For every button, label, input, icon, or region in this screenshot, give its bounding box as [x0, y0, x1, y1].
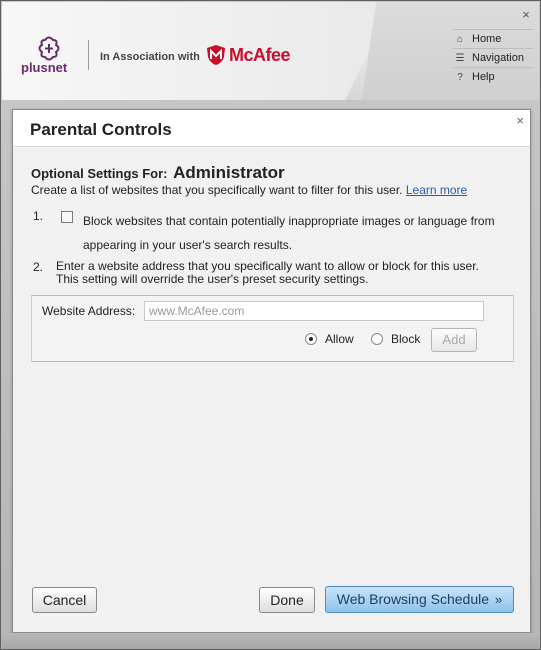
done-button[interactable]: Done	[259, 587, 315, 613]
website-address-label: Website Address:	[42, 304, 136, 318]
description-text: Create a list of websites that you speci…	[31, 183, 403, 197]
block-inappropriate-checkbox[interactable]	[61, 211, 73, 223]
header-banner: × plusnet In Association with McAfee ⌂ H…	[2, 2, 539, 100]
step1-text: Block websites that contain potentially …	[83, 214, 495, 252]
optional-settings-prefix: Optional Settings For:	[31, 166, 168, 181]
plusnet-logo-icon	[38, 36, 60, 61]
top-nav: ⌂ Home ☰ Navigation ? Help	[453, 29, 533, 86]
nav-help[interactable]: ? Help	[453, 68, 533, 86]
dialog-title: Parental Controls	[30, 120, 172, 139]
step1-number: 1.	[33, 209, 44, 223]
window-bottom-bar	[2, 633, 539, 649]
chevron-right-icon: »	[495, 592, 503, 607]
learn-more-link[interactable]: Learn more	[406, 183, 467, 197]
header-divider	[88, 40, 89, 70]
step2-text: Enter a website address that you specifi…	[56, 260, 526, 286]
window-close-button[interactable]: ×	[520, 8, 532, 21]
website-address-input[interactable]: www.McAfee.com	[144, 301, 484, 321]
optional-settings-heading: Optional Settings For: Administrator	[31, 163, 285, 183]
nav-help-label: Help	[472, 71, 495, 83]
block-radio[interactable]	[371, 333, 383, 345]
step2-number: 2.	[33, 260, 44, 274]
dialog-titlebar: Parental Controls ×	[13, 110, 530, 147]
cancel-button[interactable]: Cancel	[32, 587, 97, 613]
list-icon: ☰	[455, 52, 465, 64]
allow-radio-label[interactable]: Allow	[325, 332, 354, 346]
mcafee-wordmark: McAfee	[229, 45, 291, 65]
home-icon: ⌂	[456, 33, 464, 45]
nav-home-label: Home	[472, 33, 502, 45]
parental-controls-dialog: Parental Controls × Optional Settings Fo…	[12, 109, 531, 633]
nav-navigation-label: Navigation	[472, 52, 524, 64]
nav-home[interactable]: ⌂ Home	[453, 30, 533, 48]
web-browsing-schedule-label: Web Browsing Schedule	[336, 591, 490, 607]
association-text: In Association with	[100, 51, 200, 63]
nav-navigation[interactable]: ☰ Navigation	[453, 49, 533, 67]
step2-line2: This setting will override the user's pr…	[56, 272, 369, 286]
web-browsing-schedule-button[interactable]: Web Browsing Schedule »	[325, 586, 514, 613]
plusnet-logo: plusnet	[21, 36, 77, 76]
website-address-panel: Website Address: www.McAfee.com Allow Bl…	[31, 295, 514, 362]
help-icon: ?	[457, 71, 463, 83]
add-button[interactable]: Add	[431, 328, 477, 352]
block-radio-label[interactable]: Block	[391, 332, 420, 346]
dialog-description: Create a list of websites that you speci…	[31, 183, 467, 197]
app-window: × plusnet In Association with McAfee ⌂ H…	[0, 0, 541, 650]
plusnet-wordmark: plusnet	[21, 60, 68, 75]
user-name: Administrator	[173, 163, 285, 182]
allow-radio[interactable]	[305, 333, 317, 345]
dialog-close-button[interactable]: ×	[516, 113, 524, 128]
mcafee-shield-icon	[207, 45, 225, 65]
